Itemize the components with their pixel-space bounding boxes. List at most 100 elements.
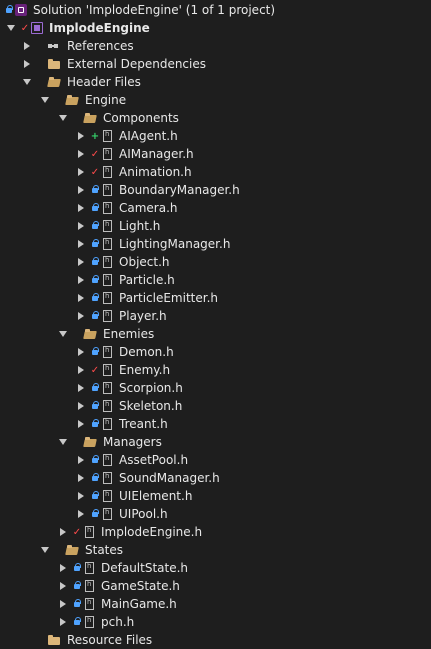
- file-label: Object.h: [119, 255, 170, 269]
- collapse-arrow-icon[interactable]: [76, 130, 86, 142]
- file-node-defaultstate[interactable]: DefaultState.h: [0, 559, 431, 577]
- collapse-arrow-icon[interactable]: [58, 598, 68, 610]
- collapse-arrow-icon[interactable]: [58, 616, 68, 628]
- collapse-arrow-icon[interactable]: [58, 580, 68, 592]
- references-node[interactable]: References: [0, 37, 431, 55]
- collapse-arrow-icon[interactable]: [58, 562, 68, 574]
- engine-label: Engine: [85, 93, 127, 107]
- status-spacer: [36, 58, 46, 70]
- collapse-arrow-icon[interactable]: [76, 238, 86, 250]
- file-node-demon[interactable]: Demon.h: [0, 343, 431, 361]
- collapse-arrow-icon[interactable]: [58, 526, 68, 538]
- collapse-arrow-icon[interactable]: [76, 274, 86, 286]
- references-label: References: [67, 39, 134, 53]
- expand-arrow-icon[interactable]: [40, 94, 50, 106]
- file-node-pch[interactable]: pch.h: [0, 613, 431, 631]
- file-node-maingame[interactable]: MainGame.h: [0, 595, 431, 613]
- folder-open-icon: [65, 93, 79, 107]
- file-node-assetpool[interactable]: AssetPool.h: [0, 451, 431, 469]
- checkmark-icon: ✓: [72, 526, 82, 538]
- expand-arrow-icon[interactable]: [40, 544, 50, 556]
- file-node-aimanager[interactable]: ✓ AIManager.h: [0, 145, 431, 163]
- file-node-player[interactable]: Player.h: [0, 307, 431, 325]
- lock-icon: [72, 616, 82, 628]
- status-spacer: [36, 76, 46, 88]
- collapse-arrow-icon[interactable]: [76, 508, 86, 520]
- file-label: pch.h: [101, 615, 135, 629]
- file-node-particleemitter[interactable]: ParticleEmitter.h: [0, 289, 431, 307]
- folder-open-icon: [83, 327, 97, 341]
- file-node-skeleton[interactable]: Skeleton.h: [0, 397, 431, 415]
- file-node-enemy[interactable]: ✓ Enemy.h: [0, 361, 431, 379]
- file-node-soundmanager[interactable]: SoundManager.h: [0, 469, 431, 487]
- lock-icon: [90, 292, 100, 304]
- file-label: Player.h: [119, 309, 167, 323]
- components-folder-node[interactable]: Components: [0, 109, 431, 127]
- file-node-light[interactable]: Light.h: [0, 217, 431, 235]
- file-node-particle[interactable]: Particle.h: [0, 271, 431, 289]
- file-node-aiagent[interactable]: + AIAgent.h: [0, 127, 431, 145]
- status-spacer: [54, 544, 64, 556]
- header-file-icon: [103, 292, 112, 304]
- collapse-arrow-icon[interactable]: [76, 292, 86, 304]
- expand-arrow-icon[interactable]: [22, 76, 32, 88]
- project-node[interactable]: ✓ ImplodeEngine: [0, 19, 431, 37]
- header-file-icon: [103, 184, 112, 196]
- collapse-arrow-icon[interactable]: [76, 472, 86, 484]
- file-node-implodeengine[interactable]: ✓ ImplodeEngine.h: [0, 523, 431, 541]
- collapse-arrow-icon[interactable]: [76, 400, 86, 412]
- header-file-icon: [103, 166, 112, 178]
- collapse-arrow-icon[interactable]: [76, 454, 86, 466]
- file-label: Scorpion.h: [119, 381, 183, 395]
- collapse-arrow-icon[interactable]: [76, 184, 86, 196]
- header-file-icon: [85, 616, 94, 628]
- collapse-arrow-icon[interactable]: [76, 166, 86, 178]
- collapse-arrow-icon[interactable]: [76, 382, 86, 394]
- expand-arrow-icon[interactable]: [58, 436, 68, 448]
- expand-arrow-icon[interactable]: [58, 112, 68, 124]
- collapse-arrow-icon[interactable]: [22, 58, 32, 70]
- header-file-icon: [85, 562, 94, 574]
- managers-folder-node[interactable]: Managers: [0, 433, 431, 451]
- header-files-node[interactable]: Header Files: [0, 73, 431, 91]
- external-dependencies-node[interactable]: External Dependencies: [0, 55, 431, 73]
- collapse-arrow-icon[interactable]: [76, 364, 86, 376]
- checkmark-icon: ✓: [90, 364, 100, 376]
- enemies-folder-node[interactable]: Enemies: [0, 325, 431, 343]
- collapse-arrow-icon[interactable]: [22, 40, 32, 52]
- expand-arrow-icon[interactable]: [6, 22, 16, 34]
- checkmark-icon: ✓: [20, 22, 30, 34]
- file-node-lightingmanager[interactable]: LightingManager.h: [0, 235, 431, 253]
- file-node-camera[interactable]: Camera.h: [0, 199, 431, 217]
- lock-icon: [90, 472, 100, 484]
- file-node-boundarymanager[interactable]: BoundaryManager.h: [0, 181, 431, 199]
- collapse-arrow-icon[interactable]: [76, 490, 86, 502]
- added-plus-icon: +: [90, 130, 100, 142]
- file-label: Demon.h: [119, 345, 174, 359]
- collapse-arrow-icon[interactable]: [76, 148, 86, 160]
- lock-icon: [90, 400, 100, 412]
- collapse-arrow-icon[interactable]: [76, 346, 86, 358]
- lock-icon: [90, 508, 100, 520]
- file-node-scorpion[interactable]: Scorpion.h: [0, 379, 431, 397]
- file-node-object[interactable]: Object.h: [0, 253, 431, 271]
- file-node-gamestate[interactable]: GameState.h: [0, 577, 431, 595]
- expand-arrow-icon[interactable]: [58, 328, 68, 340]
- file-node-animation[interactable]: ✓ Animation.h: [0, 163, 431, 181]
- file-label: UIPool.h: [119, 507, 168, 521]
- file-node-treant[interactable]: Treant.h: [0, 415, 431, 433]
- header-file-icon: [103, 508, 112, 520]
- file-node-uipool[interactable]: UIPool.h: [0, 505, 431, 523]
- engine-folder-node[interactable]: Engine: [0, 91, 431, 109]
- lock-icon: [90, 490, 100, 502]
- file-node-uielement[interactable]: UIElement.h: [0, 487, 431, 505]
- collapse-arrow-icon[interactable]: [76, 310, 86, 322]
- resource-files-node[interactable]: Resource Files: [0, 631, 431, 649]
- solution-node[interactable]: Solution 'ImplodeEngine' (1 of 1 project…: [0, 1, 431, 19]
- states-folder-node[interactable]: States: [0, 541, 431, 559]
- file-label: ParticleEmitter.h: [119, 291, 218, 305]
- collapse-arrow-icon[interactable]: [76, 418, 86, 430]
- collapse-arrow-icon[interactable]: [76, 256, 86, 268]
- collapse-arrow-icon[interactable]: [76, 202, 86, 214]
- collapse-arrow-icon[interactable]: [76, 220, 86, 232]
